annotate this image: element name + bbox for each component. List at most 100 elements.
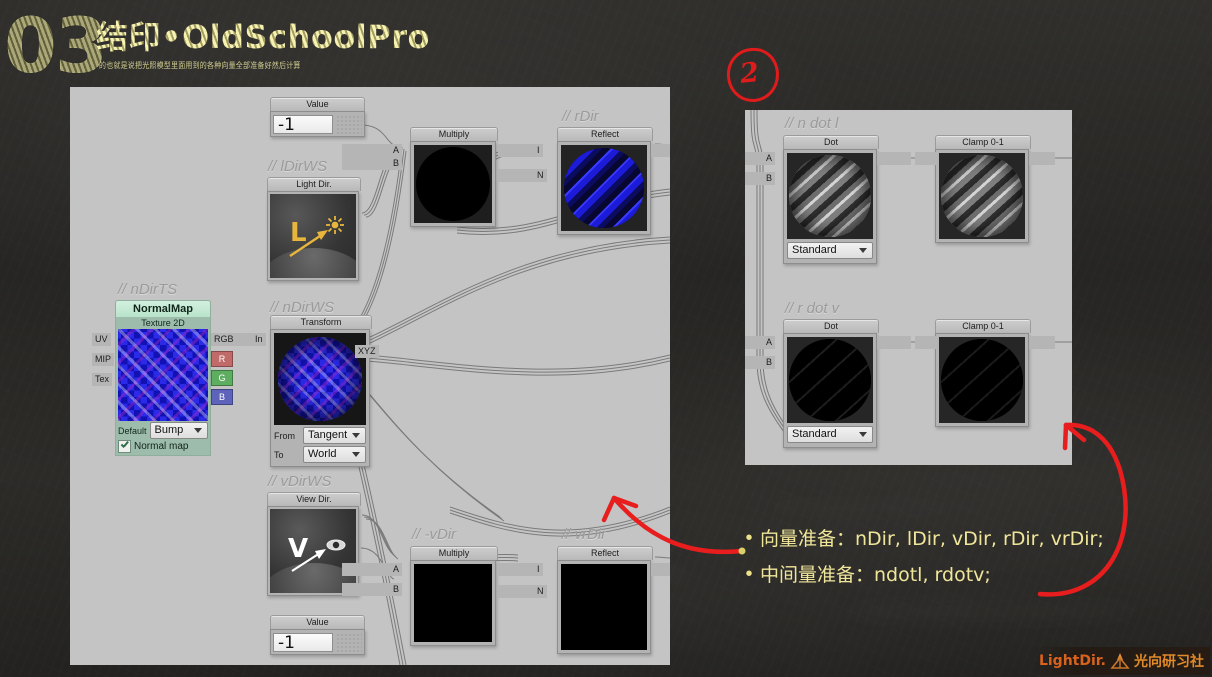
port-in-b[interactable]: B xyxy=(763,172,776,185)
port-in-transform[interactable]: In xyxy=(252,333,266,346)
comment-r-dot-v: // r dot v xyxy=(785,300,840,317)
port-stub xyxy=(342,144,390,157)
port-in-b[interactable]: B xyxy=(763,356,776,369)
comment-ndirts: // nDirTS xyxy=(118,281,178,298)
default-label: Default xyxy=(118,425,147,436)
normalmap-preview xyxy=(118,329,208,421)
reflect-preview xyxy=(561,564,647,650)
node-dot-ndotl[interactable]: Dot Standard xyxy=(783,135,879,264)
node-reflect-bottom[interactable]: Reflect xyxy=(557,546,653,654)
clamp-preview xyxy=(939,153,1025,239)
bullet-text: 向量准备：nDir, lDir, vDir, rDir, vrDir; xyxy=(760,528,1104,550)
shader-graph-right-panel[interactable]: // n dot l Dot Standard A B Clamp 0-1 //… xyxy=(745,110,1072,465)
node-body xyxy=(557,141,651,235)
node-body: -1 xyxy=(270,629,365,655)
port-in-tex[interactable]: Tex xyxy=(92,373,113,386)
node-value-bottom[interactable]: Value -1 xyxy=(270,615,365,655)
port-out-r[interactable]: R xyxy=(211,351,233,367)
node-clamp-ndotl[interactable]: Clamp 0-1 xyxy=(935,135,1031,243)
comment-n-dot-l: // n dot l xyxy=(785,115,839,132)
port-stub-out xyxy=(1029,152,1055,165)
watermark-brand: LightDir. xyxy=(1038,653,1106,669)
port-in-n[interactable]: N xyxy=(534,585,547,598)
from-space-value: Tangent xyxy=(308,429,348,441)
from-space-select[interactable]: Tangent xyxy=(303,427,366,444)
node-title: Dot xyxy=(783,135,879,149)
to-label: To xyxy=(274,449,284,460)
node-body: Standard xyxy=(783,333,877,448)
comment-minus-vdir: // -vDir xyxy=(412,526,457,543)
drag-handle-dots-icon[interactable] xyxy=(336,632,362,652)
normal-map-checkbox-row[interactable]: Normal map xyxy=(118,440,208,453)
node-multiply-bottom[interactable]: Multiply xyxy=(410,546,498,646)
dot-mode-select[interactable]: Standard xyxy=(787,426,873,443)
port-stub xyxy=(745,172,763,185)
bump-type-select[interactable]: Bump xyxy=(149,422,208,439)
node-footer: Default Bump Normal map xyxy=(115,421,211,456)
step-badge-number: 2 xyxy=(738,57,761,90)
drag-handle-dots-icon[interactable] xyxy=(336,114,362,134)
port-in-b[interactable]: B xyxy=(390,157,403,170)
port-stub xyxy=(498,585,534,598)
light-vector-icon: L xyxy=(289,216,344,257)
port-in-a[interactable]: A xyxy=(390,144,403,157)
node-multiply-top[interactable]: Multiply xyxy=(410,127,498,227)
shader-graph-left-panel[interactable]: Value -1 Light Dir. L Multiply A B Refle… xyxy=(70,87,670,665)
port-in-a[interactable]: A xyxy=(763,336,776,349)
port-in-a[interactable]: A xyxy=(763,152,776,165)
clamp-preview xyxy=(939,337,1025,423)
port-stub-out xyxy=(1029,336,1055,349)
port-stub xyxy=(915,336,937,349)
port-in-i[interactable]: I xyxy=(534,144,543,157)
port-stub-out xyxy=(877,336,911,349)
node-clamp-rdotv[interactable]: Clamp 0-1 xyxy=(935,319,1031,427)
watermark-cn: 光向研习社 xyxy=(1134,654,1204,670)
watermark-logo-icon xyxy=(1110,653,1130,669)
dot-mode-select[interactable]: Standard xyxy=(787,242,873,259)
comment-vdirws: // vDirWS xyxy=(268,473,332,490)
port-in-a[interactable]: A xyxy=(390,563,403,576)
node-light-dir[interactable]: Light Dir. L xyxy=(267,177,361,281)
node-title: Multiply xyxy=(410,127,498,141)
checkbox-icon[interactable] xyxy=(118,440,131,453)
node-reflect-top[interactable]: Reflect xyxy=(557,127,653,235)
watermark: LightDir. 光向研习社 xyxy=(1032,647,1210,675)
port-in-n[interactable]: N xyxy=(534,169,547,182)
bullet-marker: • xyxy=(745,527,753,549)
node-title: NormalMap xyxy=(115,300,211,317)
port-out-xyz[interactable]: XYZ xyxy=(355,345,379,358)
value-input-bottom[interactable]: -1 xyxy=(273,632,333,652)
value-input-top[interactable]: -1 xyxy=(273,114,333,134)
chevron-down-icon xyxy=(194,428,202,433)
node-body: Standard xyxy=(783,149,877,264)
node-dot-rdotv[interactable]: Dot Standard xyxy=(783,319,879,448)
node-transform[interactable]: Transform From Tangent To World xyxy=(270,315,372,467)
svg-text:V: V xyxy=(288,534,308,564)
port-in-b[interactable]: B xyxy=(390,583,403,596)
to-space-select[interactable]: World xyxy=(303,446,366,463)
chevron-down-icon xyxy=(859,248,867,253)
node-title: Reflect xyxy=(557,127,653,141)
node-value-top[interactable]: Value -1 xyxy=(270,97,365,137)
port-in-i[interactable]: I xyxy=(534,563,543,576)
port-out-g[interactable]: G xyxy=(211,370,233,386)
port-in-mip[interactable]: MIP xyxy=(92,353,115,366)
light-dir-preview: L xyxy=(270,194,356,278)
node-body xyxy=(410,560,496,646)
port-in-uv[interactable]: UV xyxy=(92,333,111,346)
transform-preview xyxy=(274,333,366,425)
node-view-dir[interactable]: View Dir. V xyxy=(267,492,361,596)
dot-preview xyxy=(787,153,873,239)
node-title: Light Dir. xyxy=(267,177,361,191)
port-out-b[interactable]: B xyxy=(211,389,233,405)
port-stub xyxy=(342,583,390,596)
node-title: Clamp 0-1 xyxy=(935,319,1031,333)
node-body: L xyxy=(267,191,359,281)
chevron-down-icon xyxy=(859,432,867,437)
port-out-rgb[interactable]: RGB xyxy=(211,333,237,346)
node-normalmap[interactable]: NormalMap Texture 2D Default Bump Normal… xyxy=(115,300,211,456)
page-subtitle: 的也就是说把光照模型里面用到的各种向量全部准备好然后计算 xyxy=(99,62,301,71)
port-stub-out xyxy=(651,144,670,157)
port-stub xyxy=(342,563,390,576)
from-label: From xyxy=(274,430,295,441)
